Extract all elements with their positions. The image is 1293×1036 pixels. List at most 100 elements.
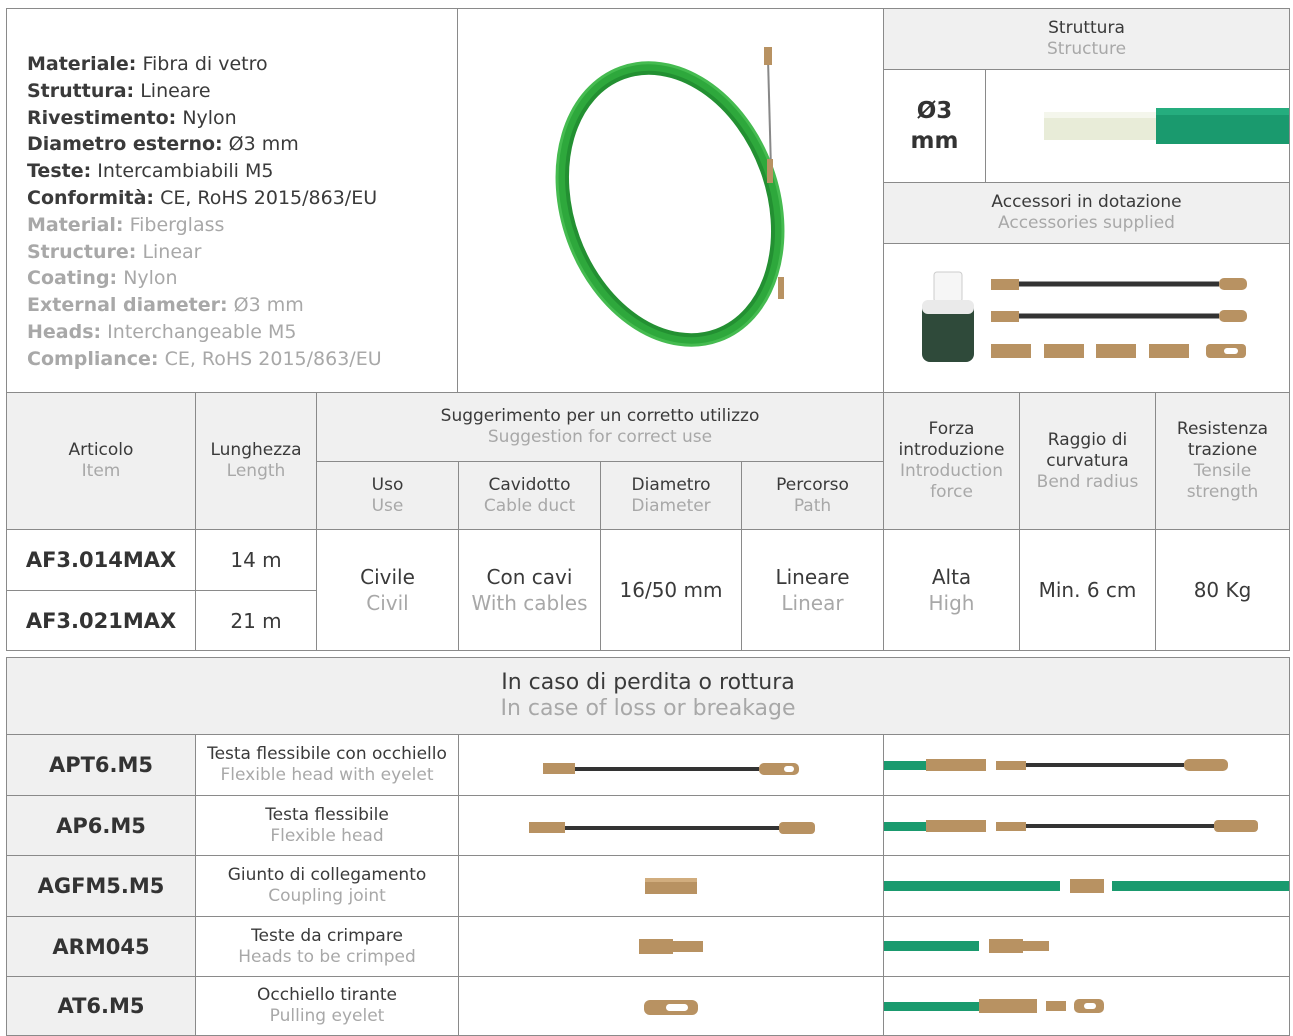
part-desc-en: Pulling eyelet xyxy=(269,1006,385,1026)
loss-row-code: AT6.M5 xyxy=(6,976,196,1036)
part-desc-it: Giunto di collegamento xyxy=(227,865,427,885)
spec-label: Materiale: xyxy=(27,53,137,75)
accessories-image-cell xyxy=(883,243,1290,393)
accessories-header: Accessori in dotazione Accessories suppl… xyxy=(883,182,1290,244)
spec-row-it: Teste: Intercambiabili M5 xyxy=(27,158,382,185)
shared-path: Lineare Linear xyxy=(741,529,884,651)
loss-title-it: In caso di perdita o rottura xyxy=(501,670,795,695)
structure-header-en: Structure xyxy=(1046,39,1127,59)
header-it: Uso xyxy=(371,474,404,495)
col-header-tensile: Resistenza trazione Tensile strength xyxy=(1155,392,1290,530)
assembly-image xyxy=(884,939,1049,953)
value-it: Min. 6 cm xyxy=(1038,578,1137,602)
structure-image-cell xyxy=(985,69,1290,183)
col-header-duct: Cavidotto Cable duct xyxy=(458,461,601,530)
part-code: AT6.M5 xyxy=(57,994,145,1018)
loss-row-desc: Testa flessibile Flexible head xyxy=(195,795,459,856)
coupling-joint-image xyxy=(645,878,697,894)
loss-row-code: ARM045 xyxy=(6,916,196,977)
value-en: Linear xyxy=(781,591,844,615)
spec-row-en: Coating: Nylon xyxy=(27,265,382,292)
table-row-length: 21 m xyxy=(195,590,317,651)
spec-row-it: Diametro esterno: Ø3 mm xyxy=(27,131,382,158)
loss-row-part-image xyxy=(458,976,884,1036)
diameter-cell: Ø3 mm xyxy=(883,69,986,183)
assembly-image xyxy=(884,820,1258,832)
spec-value: Fiberglass xyxy=(129,213,225,236)
loss-row-assembly-image xyxy=(883,916,1290,977)
accessories-kit-image xyxy=(922,271,1247,362)
loss-row-part-image xyxy=(458,795,884,856)
structure-header: Struttura Structure xyxy=(883,8,1290,70)
shared-force: Alta High xyxy=(883,529,1020,651)
header-en: Length xyxy=(226,461,286,481)
part-desc-en: Flexible head with eyelet xyxy=(220,765,434,785)
spec-value: Nylon xyxy=(123,267,178,290)
header-en: Path xyxy=(793,495,832,516)
part-code: ARM045 xyxy=(52,934,150,959)
item-code: AF3.014MAX xyxy=(25,548,177,572)
item-code: AF3.021MAX xyxy=(25,608,177,633)
header-en: Item xyxy=(81,461,121,481)
loss-row-assembly-image xyxy=(883,976,1290,1036)
header-en: Tensile strength xyxy=(1186,461,1259,502)
spec-list: Materiale: Fibra di vetro Struttura: Lin… xyxy=(27,51,382,373)
table-row-code: AF3.014MAX xyxy=(6,529,196,591)
spec-value: CE, RoHS 2015/863/EU xyxy=(160,186,378,209)
spec-value: Intercambiabili M5 xyxy=(97,160,274,183)
header-it: Percorso xyxy=(776,474,849,495)
part-code: APT6.M5 xyxy=(48,753,154,777)
spec-label: External diameter: xyxy=(27,294,228,317)
spec-row-en: Structure: Linear xyxy=(27,239,382,266)
product-image-panel xyxy=(457,8,884,393)
col-header-use: Uso Use xyxy=(316,461,459,530)
loss-row-code: APT6.M5 xyxy=(6,734,196,796)
header-it: Articolo xyxy=(68,440,134,460)
accessories-header-it: Accessori in dotazione xyxy=(991,192,1182,212)
pulling-eyelet-image xyxy=(644,1000,698,1015)
header-en: Diameter xyxy=(631,495,711,516)
flexible-head-image xyxy=(529,822,815,834)
col-header-suggestion: Suggerimento per un corretto utilizzo Su… xyxy=(316,392,884,462)
part-desc-en: Coupling joint xyxy=(268,886,386,906)
loss-title-en: In case of loss or breakage xyxy=(500,696,796,721)
col-header-length: Lunghezza Length xyxy=(195,392,317,530)
value-it: 16/50 mm xyxy=(619,578,723,602)
part-code: AP6.M5 xyxy=(56,813,146,838)
shared-tensile: 80 Kg xyxy=(1155,529,1290,651)
loss-row-assembly-image xyxy=(883,855,1290,917)
value-en: With cables xyxy=(471,591,588,615)
spec-row-it: Rivestimento: Nylon xyxy=(27,105,382,132)
header-it: Cavidotto xyxy=(488,474,571,495)
value-it: Alta xyxy=(931,565,972,589)
spec-value: Linear xyxy=(142,240,202,263)
spec-label: Material: xyxy=(27,213,124,236)
rod-cross-section-image xyxy=(1044,108,1289,144)
loss-row-part-image xyxy=(458,855,884,917)
spec-value: Ø3 mm xyxy=(233,294,304,317)
header-it: Suggerimento per un corretto utilizzo xyxy=(440,406,760,426)
spec-value: CE, RoHS 2015/863/EU xyxy=(164,347,382,370)
table-row-code: AF3.021MAX xyxy=(6,590,196,651)
header-it: Raggio di curvatura xyxy=(1046,429,1129,471)
header-en: Bend radius xyxy=(1036,471,1139,492)
spec-row-en: External diameter: Ø3 mm xyxy=(27,292,382,319)
shared-diameter: 16/50 mm xyxy=(600,529,742,651)
diameter-label: Ø3 mm xyxy=(910,98,959,154)
spec-row-it: Conformità: CE, RoHS 2015/863/EU xyxy=(27,185,382,212)
item-length: 14 m xyxy=(230,548,282,572)
value-en: High xyxy=(928,591,975,615)
spec-label: Rivestimento: xyxy=(27,106,177,129)
value-it: 80 Kg xyxy=(1193,578,1252,602)
structure-header-it: Struttura xyxy=(1048,18,1125,38)
shared-use: Civile Civil xyxy=(316,529,459,651)
col-header-item: Articolo Item xyxy=(6,392,196,530)
loss-row-part-image xyxy=(458,734,884,796)
part-desc-en: Flexible head xyxy=(270,825,384,846)
loss-row-code: AGFM5.M5 xyxy=(6,855,196,917)
value-it: Con cavi xyxy=(486,565,573,589)
value-it: Civile xyxy=(360,565,415,589)
spec-label: Conformità: xyxy=(27,186,155,209)
loss-section-header: In caso di perdita o rottura In case of … xyxy=(6,657,1290,735)
header-it: Forza introduzione xyxy=(898,419,1005,460)
